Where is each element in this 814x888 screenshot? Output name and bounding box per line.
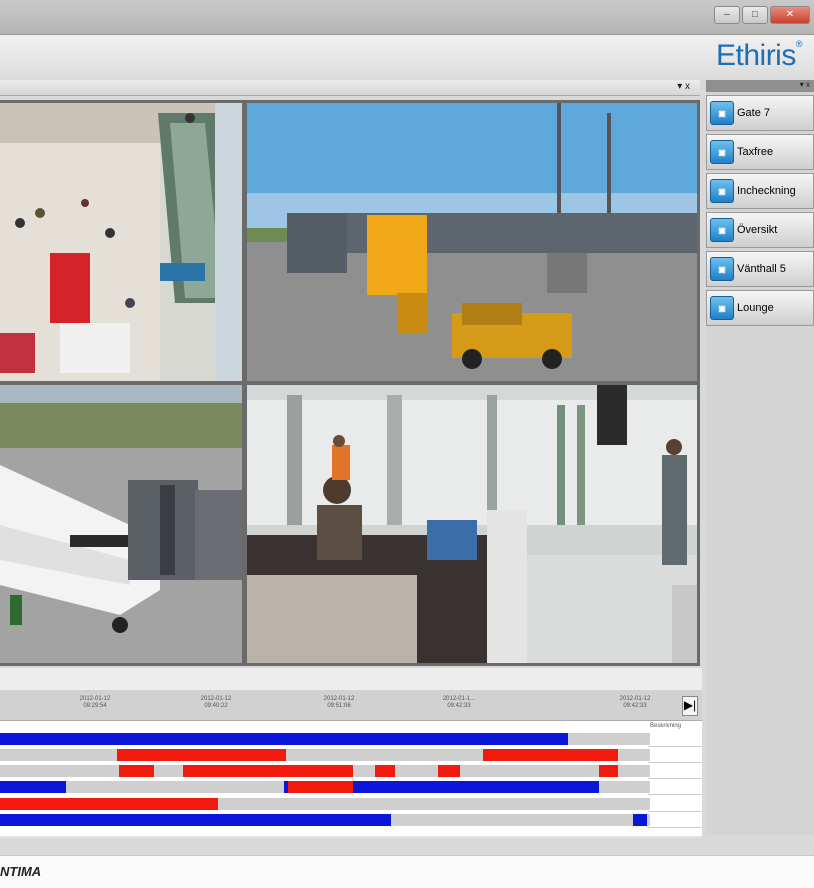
tick-time: 09:29:54 bbox=[83, 703, 107, 709]
timeline-ruler[interactable]: 2012-01-12 09:29:54 2012-01-12 09:40:22 … bbox=[0, 690, 702, 721]
camera-preset-icon: ▣ bbox=[710, 296, 734, 320]
video-grid bbox=[0, 100, 700, 666]
timeline-row-divider bbox=[648, 827, 702, 828]
tick-date: 2012-01-12 bbox=[323, 696, 355, 702]
timeline-track-row[interactable] bbox=[0, 798, 650, 810]
timeline-track-row[interactable] bbox=[0, 814, 650, 826]
recording-segment-event[interactable] bbox=[375, 765, 395, 777]
timeline-row-divider bbox=[648, 746, 702, 747]
view-header-buttons[interactable]: ▾ x bbox=[677, 81, 690, 92]
logo-text: Ethiris bbox=[716, 39, 796, 72]
timeline-tick: 2012-01-12 09:42:33 bbox=[600, 696, 670, 710]
preset-label: Lounge bbox=[737, 302, 774, 314]
preset-panel: ▾ x ▣ Gate 7 ▣ Taxfree ▣ Incheckning ▣ Ö… bbox=[706, 80, 814, 835]
camera-view-jet-bridge[interactable] bbox=[247, 103, 697, 381]
status-bar: NTIMA bbox=[0, 855, 814, 888]
recording-segment-continuous[interactable] bbox=[0, 814, 391, 826]
camera-preset-icon: ▣ bbox=[710, 257, 734, 281]
tick-date: 2012-01-12 bbox=[79, 696, 111, 702]
preset-button-vanthall-5[interactable]: ▣ Vänthall 5 bbox=[706, 251, 814, 287]
recording-segment-event[interactable] bbox=[599, 765, 618, 777]
timeline-tick: 2012-01-12 09:40:22 bbox=[181, 696, 251, 710]
minimize-icon[interactable]: – bbox=[714, 6, 740, 24]
toolbar: Ethiris® bbox=[0, 35, 814, 79]
recording-segment-event[interactable] bbox=[117, 749, 286, 761]
timeline-track-row[interactable] bbox=[0, 733, 650, 745]
timeline-row-divider bbox=[648, 762, 702, 763]
recording-segment-event[interactable] bbox=[438, 765, 460, 777]
tick-time: 09:51:06 bbox=[327, 703, 351, 709]
brand-text: NTIMA bbox=[0, 864, 42, 879]
preset-label: Gate 7 bbox=[737, 107, 771, 119]
timeline-tick: 2012-01-12 09:51:06 bbox=[304, 696, 374, 710]
timeline-tick: 2012-01-1... 09:42:33 bbox=[424, 696, 494, 710]
maximize-icon[interactable]: □ bbox=[742, 6, 768, 24]
camera-view-terminal-escalator[interactable] bbox=[0, 103, 242, 381]
preset-panel-header-buttons[interactable]: ▾ x bbox=[800, 80, 810, 89]
ethiris-logo: Ethiris® bbox=[716, 39, 803, 73]
tick-time: 09:40:22 bbox=[204, 703, 228, 709]
tick-date: 2012-01-12 bbox=[200, 696, 232, 702]
recording-segment-event[interactable] bbox=[0, 798, 218, 810]
recording-segment-event[interactable] bbox=[119, 765, 154, 777]
preset-label: Taxfree bbox=[737, 146, 774, 158]
camera-preset-icon: ▣ bbox=[710, 140, 734, 164]
preset-button-oversikt[interactable]: ▣ Översikt bbox=[706, 212, 814, 248]
recording-segment-event[interactable] bbox=[183, 765, 353, 777]
camera-view-aircraft[interactable] bbox=[0, 385, 242, 663]
timeline-row-divider bbox=[648, 794, 702, 795]
timeline-track-row[interactable] bbox=[0, 749, 650, 761]
preset-button-lounge[interactable]: ▣ Lounge bbox=[706, 290, 814, 326]
timeline-description-label: Beskrivning bbox=[650, 723, 682, 729]
recording-segment-continuous[interactable] bbox=[0, 733, 568, 745]
timeline-tick: 2012-01-12 09:29:54 bbox=[60, 696, 130, 710]
video-view-header: ▾ x bbox=[0, 80, 700, 96]
logo-mark: ® bbox=[795, 39, 803, 49]
timeline-next-button[interactable]: ▶| bbox=[682, 696, 698, 716]
recording-segment-continuous[interactable] bbox=[633, 814, 647, 826]
camera-preset-icon: ▣ bbox=[710, 101, 734, 125]
tick-date: 2012-01-1... bbox=[442, 696, 476, 702]
preset-panel-header: ▾ x bbox=[706, 80, 814, 92]
camera-view-check-in[interactable] bbox=[247, 385, 697, 663]
preset-button-gate-7[interactable]: ▣ Gate 7 bbox=[706, 95, 814, 131]
preset-label: Vänthall 5 bbox=[737, 263, 786, 275]
timeline-track-row[interactable] bbox=[0, 765, 650, 777]
camera-preset-icon: ▣ bbox=[710, 179, 734, 203]
window-title-bar: – □ ✕ bbox=[0, 0, 814, 35]
recording-timeline: 2012-01-12 09:29:54 2012-01-12 09:40:22 … bbox=[0, 668, 702, 838]
preset-button-incheckning[interactable]: ▣ Incheckning bbox=[706, 173, 814, 209]
window-controls: – □ ✕ bbox=[714, 6, 810, 24]
timeline-track-row[interactable] bbox=[0, 781, 650, 793]
recording-segment-event[interactable] bbox=[288, 781, 353, 793]
recording-segment-event[interactable] bbox=[483, 749, 618, 761]
tick-time: 09:42:33 bbox=[623, 703, 647, 709]
recording-segment-continuous[interactable] bbox=[0, 781, 66, 793]
tick-date: 2012-01-12 bbox=[619, 696, 651, 702]
timeline-row-divider bbox=[648, 778, 702, 779]
timeline-tracks[interactable]: Beskrivning bbox=[0, 721, 702, 836]
preset-label: Incheckning bbox=[737, 185, 796, 197]
camera-preset-icon: ▣ bbox=[710, 218, 734, 242]
close-icon[interactable]: ✕ bbox=[770, 6, 810, 24]
timeline-row-divider bbox=[648, 811, 702, 812]
preset-label: Översikt bbox=[737, 224, 778, 236]
preset-button-taxfree[interactable]: ▣ Taxfree bbox=[706, 134, 814, 170]
tick-time: 09:42:33 bbox=[447, 703, 471, 709]
timeline-toolbar bbox=[0, 668, 702, 691]
